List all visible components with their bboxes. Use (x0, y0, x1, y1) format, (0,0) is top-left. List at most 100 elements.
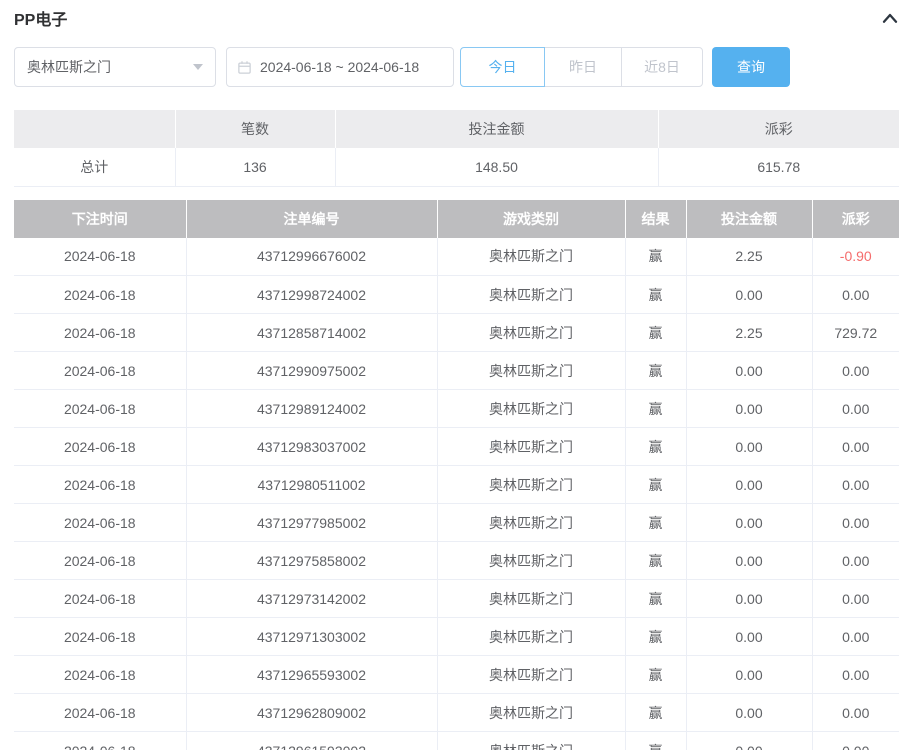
table-row: 2024-06-1843712961593002奥林匹斯之门赢0.000.00 (14, 732, 899, 750)
col-header-bet-time: 下注时间 (14, 200, 186, 238)
cell-payout: 0.00 (812, 390, 899, 428)
cell-game-type: 奥林匹斯之门 (437, 390, 625, 428)
cell-payout: 729.72 (812, 314, 899, 352)
col-header-game-type: 游戏类别 (437, 200, 625, 238)
cell-game-type: 奥林匹斯之门 (437, 618, 625, 656)
table-row: 2024-06-1843712980511002奥林匹斯之门赢0.000.00 (14, 466, 899, 504)
cell-bet-time: 2024-06-18 (14, 580, 186, 618)
table-row: 2024-06-1843712975858002奥林匹斯之门赢0.000.00 (14, 542, 899, 580)
cell-bet-amount: 0.00 (686, 694, 812, 732)
cell-order-id: 43712971303002 (186, 618, 437, 656)
cell-bet-time: 2024-06-18 (14, 314, 186, 352)
quick-date-button-group: 今日 昨日 近8日 (460, 47, 703, 87)
cell-order-id: 43712858714002 (186, 314, 437, 352)
cell-game-type: 奥林匹斯之门 (437, 276, 625, 314)
cell-bet-time: 2024-06-18 (14, 238, 186, 276)
cell-result: 赢 (625, 238, 686, 276)
today-button[interactable]: 今日 (460, 47, 545, 87)
table-row: 2024-06-1843712965593002奥林匹斯之门赢0.000.00 (14, 656, 899, 694)
cell-result: 赢 (625, 314, 686, 352)
cell-game-type: 奥林匹斯之门 (437, 656, 625, 694)
cell-game-type: 奥林匹斯之门 (437, 238, 625, 276)
collapse-panel-button[interactable] (881, 11, 899, 25)
filter-bar: 奥林匹斯之门 2024-06-18 ~ 2024-06-18 今日 昨日 近8日… (14, 47, 899, 87)
cell-payout: 0.00 (812, 656, 899, 694)
col-header-result: 结果 (625, 200, 686, 238)
cell-bet-time: 2024-06-18 (14, 694, 186, 732)
cell-result: 赢 (625, 352, 686, 390)
cell-bet-amount: 0.00 (686, 542, 812, 580)
table-row: 2024-06-1843712990975002奥林匹斯之门赢0.000.00 (14, 352, 899, 390)
cell-payout: -0.90 (812, 238, 899, 276)
calendar-icon (237, 60, 252, 75)
cell-order-id: 43712980511002 (186, 466, 437, 504)
cell-bet-amount: 0.00 (686, 276, 812, 314)
cell-bet-amount: 0.00 (686, 428, 812, 466)
cell-result: 赢 (625, 618, 686, 656)
cell-bet-time: 2024-06-18 (14, 466, 186, 504)
cell-game-type: 奥林匹斯之门 (437, 504, 625, 542)
table-row: 2024-06-1843712973142002奥林匹斯之门赢0.000.00 (14, 580, 899, 618)
cell-payout: 0.00 (812, 732, 899, 750)
table-row: 2024-06-1843712989124002奥林匹斯之门赢0.000.00 (14, 390, 899, 428)
summary-table: 笔数 投注金额 派彩 总计 136 148.50 615.78 (14, 110, 899, 187)
summary-total-label: 总计 (14, 148, 175, 186)
cell-payout: 0.00 (812, 466, 899, 504)
cell-game-type: 奥林匹斯之门 (437, 542, 625, 580)
cell-bet-time: 2024-06-18 (14, 504, 186, 542)
summary-col-count: 笔数 (175, 110, 335, 148)
records-header-row: 下注时间 注单编号 游戏类别 结果 投注金额 派彩 (14, 200, 899, 238)
cell-payout: 0.00 (812, 542, 899, 580)
cell-result: 赢 (625, 542, 686, 580)
cell-payout: 0.00 (812, 618, 899, 656)
cell-order-id: 43712989124002 (186, 390, 437, 428)
summary-header-row: 笔数 投注金额 派彩 (14, 110, 899, 148)
chevron-up-icon (881, 13, 899, 28)
table-row: 2024-06-1843712977985002奥林匹斯之门赢0.000.00 (14, 504, 899, 542)
cell-order-id: 43712973142002 (186, 580, 437, 618)
cell-bet-time: 2024-06-18 (14, 390, 186, 428)
summary-total-row: 总计 136 148.50 615.78 (14, 148, 899, 186)
last-8-days-button[interactable]: 近8日 (621, 47, 703, 87)
cell-bet-amount: 0.00 (686, 504, 812, 542)
cell-bet-amount: 0.00 (686, 618, 812, 656)
cell-order-id: 43712996676002 (186, 238, 437, 276)
records-table: 下注时间 注单编号 游戏类别 结果 投注金额 派彩 2024-06-184371… (14, 200, 899, 750)
cell-bet-amount: 0.00 (686, 466, 812, 504)
cell-order-id: 43712983037002 (186, 428, 437, 466)
panel-header: PP电子 (14, 8, 899, 28)
date-range-input[interactable]: 2024-06-18 ~ 2024-06-18 (226, 47, 454, 87)
cell-game-type: 奥林匹斯之门 (437, 428, 625, 466)
yesterday-button[interactable]: 昨日 (544, 47, 622, 87)
cell-order-id: 43712977985002 (186, 504, 437, 542)
date-range-value: 2024-06-18 ~ 2024-06-18 (260, 59, 419, 75)
game-select[interactable]: 奥林匹斯之门 (14, 47, 216, 87)
col-header-order-id: 注单编号 (186, 200, 437, 238)
cell-result: 赢 (625, 580, 686, 618)
cell-payout: 0.00 (812, 428, 899, 466)
cell-bet-time: 2024-06-18 (14, 428, 186, 466)
summary-total-bet-amount: 148.50 (335, 148, 658, 186)
cell-result: 赢 (625, 656, 686, 694)
cell-bet-time: 2024-06-18 (14, 542, 186, 580)
cell-bet-amount: 0.00 (686, 732, 812, 750)
cell-order-id: 43712975858002 (186, 542, 437, 580)
cell-bet-time: 2024-06-18 (14, 618, 186, 656)
cell-result: 赢 (625, 428, 686, 466)
summary-col-bet-amount: 投注金额 (335, 110, 658, 148)
cell-result: 赢 (625, 276, 686, 314)
cell-result: 赢 (625, 466, 686, 504)
cell-order-id: 43712965593002 (186, 656, 437, 694)
cell-order-id: 43712961593002 (186, 732, 437, 750)
cell-payout: 0.00 (812, 504, 899, 542)
summary-col-empty (14, 110, 175, 148)
cell-result: 赢 (625, 694, 686, 732)
cell-result: 赢 (625, 390, 686, 428)
cell-bet-amount: 0.00 (686, 352, 812, 390)
cell-order-id: 43712990975002 (186, 352, 437, 390)
cell-bet-time: 2024-06-18 (14, 276, 186, 314)
records-tbody: 2024-06-1843712996676002奥林匹斯之门赢2.25-0.90… (14, 238, 899, 750)
summary-total-payout: 615.78 (658, 148, 899, 186)
col-header-payout: 派彩 (812, 200, 899, 238)
search-button[interactable]: 查询 (712, 47, 790, 87)
